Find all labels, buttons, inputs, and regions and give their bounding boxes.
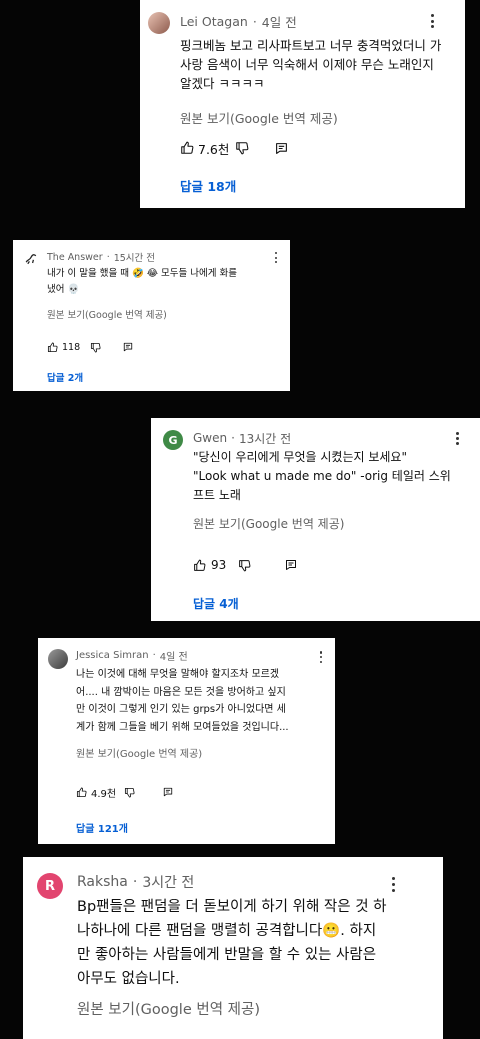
avatar[interactable] [48, 649, 68, 669]
replies-button[interactable]: 답글 121개 [76, 820, 128, 835]
comment-card-jessica-simran: Jessica Simran · 4일 전 나는 이것에 대해 무엇을 말해야 … [38, 638, 335, 844]
comment-time[interactable]: 3시간 전 [142, 872, 194, 892]
comment-author[interactable]: Raksha [77, 874, 128, 890]
comment-line: 아무도 없습니다. [77, 971, 180, 987]
reply-icon[interactable] [275, 142, 288, 155]
translate-link[interactable]: 원본 보기(Google 번역 제공) [76, 745, 202, 760]
comment-actions: 93 [193, 557, 297, 573]
comment-line: 냈어 💀 [47, 284, 80, 295]
comment-line: 핑크베놈 보고 리사파트보고 너무 충격먹었더니 가 [180, 38, 442, 53]
avatar[interactable]: R [37, 873, 63, 899]
like-count: 118 [62, 341, 81, 353]
comment-author[interactable]: Gwen [193, 431, 227, 445]
separator-dot: · [231, 431, 235, 445]
comment-text: Bp팬들은 팬덤을 더 돋보이게 하기 위해 작은 것 하 나하나에 다른 팬덤… [77, 895, 386, 991]
separator-dot: · [106, 251, 110, 263]
comment-text: 내가 이 말을 했을 때 🤣 😂 모두들 나에게 화를 냈어 💀 [47, 266, 237, 298]
avatar[interactable]: G [163, 430, 183, 450]
comment-text: 나는 이것에 대해 무엇을 말해야 할지조차 모르겠 어.... 내 깜박이는 … [76, 666, 289, 736]
comment-line: 알겠다 ㅋㅋㅋㅋ [180, 76, 265, 91]
dislike-icon[interactable] [124, 787, 135, 798]
comment-line: Bp팬들은 팬덤을 더 돋보이게 하기 위해 작은 것 하 [77, 899, 387, 915]
comment-actions: 118 [47, 340, 133, 354]
more-options-icon[interactable] [389, 877, 397, 892]
comment-text: "당신이 우리에게 무엇을 시켰는지 보세요" "Look what u mad… [193, 448, 451, 505]
comment-line: 계가 함께 그들을 베기 위해 모여들었을 것입니다... [76, 721, 289, 733]
comment-line: 어.... 내 깜박이는 마음은 모든 것을 방어하고 싶지 [76, 686, 286, 698]
comment-card-lei-otagan: Lei Otagan · 4일 전 핑크베놈 보고 리사파트보고 너무 충격먹었… [140, 0, 465, 208]
replies-button[interactable]: 답글 2개 [47, 370, 83, 384]
comment-line: 프트 노래 [193, 488, 241, 502]
comment-card-raksha: R Raksha · 3시간 전 Bp팬들은 팬덤을 더 돋보이게 하기 위해 … [23, 857, 443, 1039]
more-options-icon[interactable] [273, 252, 279, 263]
like-icon[interactable] [180, 141, 194, 155]
comment-author[interactable]: Jessica Simran [76, 650, 149, 661]
comment-author[interactable]: Lei Otagan [180, 14, 248, 29]
comment-time[interactable]: 4일 전 [262, 12, 297, 31]
comment-line: 만 이것이 그렇게 인기 있는 grps가 아니었다면 세 [76, 704, 286, 715]
separator-dot: · [252, 13, 257, 29]
translate-link[interactable]: 원본 보기(Google 번역 제공) [47, 307, 167, 321]
like-icon[interactable] [47, 342, 58, 353]
translate-link[interactable]: 원본 보기(Google 번역 제공) [193, 515, 344, 532]
translate-link[interactable]: 원본 보기(Google 번역 제공) [180, 108, 338, 127]
comment-line: 나하나에 다른 팬덤을 맹렬히 공격합니다😬. 하지 [77, 923, 377, 939]
separator-dot: · [132, 874, 138, 890]
like-count: 7.6천 [198, 141, 230, 157]
more-options-icon[interactable] [428, 14, 436, 28]
comment-line: 나는 이것에 대해 무엇을 말해야 할지조차 모르겠 [76, 669, 280, 680]
dislike-icon[interactable] [238, 559, 251, 572]
comment-card-the-answer: The Answer · 15시간 전 내가 이 말을 했을 때 🤣 😂 모두들… [13, 240, 290, 391]
reply-icon[interactable] [123, 342, 133, 352]
comment-time[interactable]: 4일 전 [160, 648, 188, 663]
comment-line: "당신이 우리에게 무엇을 시켰는지 보세요" [193, 450, 407, 464]
translate-link[interactable]: 원본 보기(Google 번역 제공) [77, 998, 260, 1019]
comment-line: 만 좋아하는 사람들에게 반말을 할 수 있는 사람은 [77, 947, 377, 963]
comment-card-gwen: G Gwen · 13시간 전 "당신이 우리에게 무엇을 시켰는지 보세요" … [151, 418, 480, 621]
comment-text: 핑크베놈 보고 리사파트보고 너무 충격먹었더니 가 사랑 음색이 너무 익숙해… [180, 36, 441, 93]
separator-dot: · [152, 650, 156, 661]
comment-actions: 7.6천 [180, 140, 288, 157]
comment-line: 내가 이 말을 했을 때 🤣 😂 모두들 나에게 화를 [47, 268, 237, 279]
comment-author[interactable]: The Answer [47, 252, 103, 263]
comment-time[interactable]: 13시간 전 [239, 430, 291, 447]
like-count: 93 [211, 558, 227, 572]
like-icon[interactable] [193, 559, 206, 572]
comment-actions: 4.9천 [76, 785, 173, 800]
avatar[interactable] [148, 12, 170, 34]
like-count: 4.9천 [91, 788, 117, 800]
replies-button[interactable]: 답글 4개 [193, 595, 239, 612]
reply-icon[interactable] [285, 559, 297, 571]
comment-time[interactable]: 15시간 전 [114, 250, 155, 264]
comment-line: 사랑 음색이 너무 익숙해서 이제야 무슨 노래인지 [180, 57, 434, 72]
comment-line: "Look what u made me do" -orig 테일러 스위 [193, 469, 451, 483]
more-options-icon[interactable] [318, 651, 324, 663]
dislike-icon[interactable] [90, 342, 101, 353]
reply-icon[interactable] [163, 787, 173, 797]
more-options-icon[interactable] [453, 432, 461, 445]
dislike-icon[interactable] [235, 141, 249, 155]
avatar[interactable] [21, 249, 41, 269]
replies-button[interactable]: 답글 18개 [180, 176, 236, 195]
like-icon[interactable] [76, 787, 87, 798]
